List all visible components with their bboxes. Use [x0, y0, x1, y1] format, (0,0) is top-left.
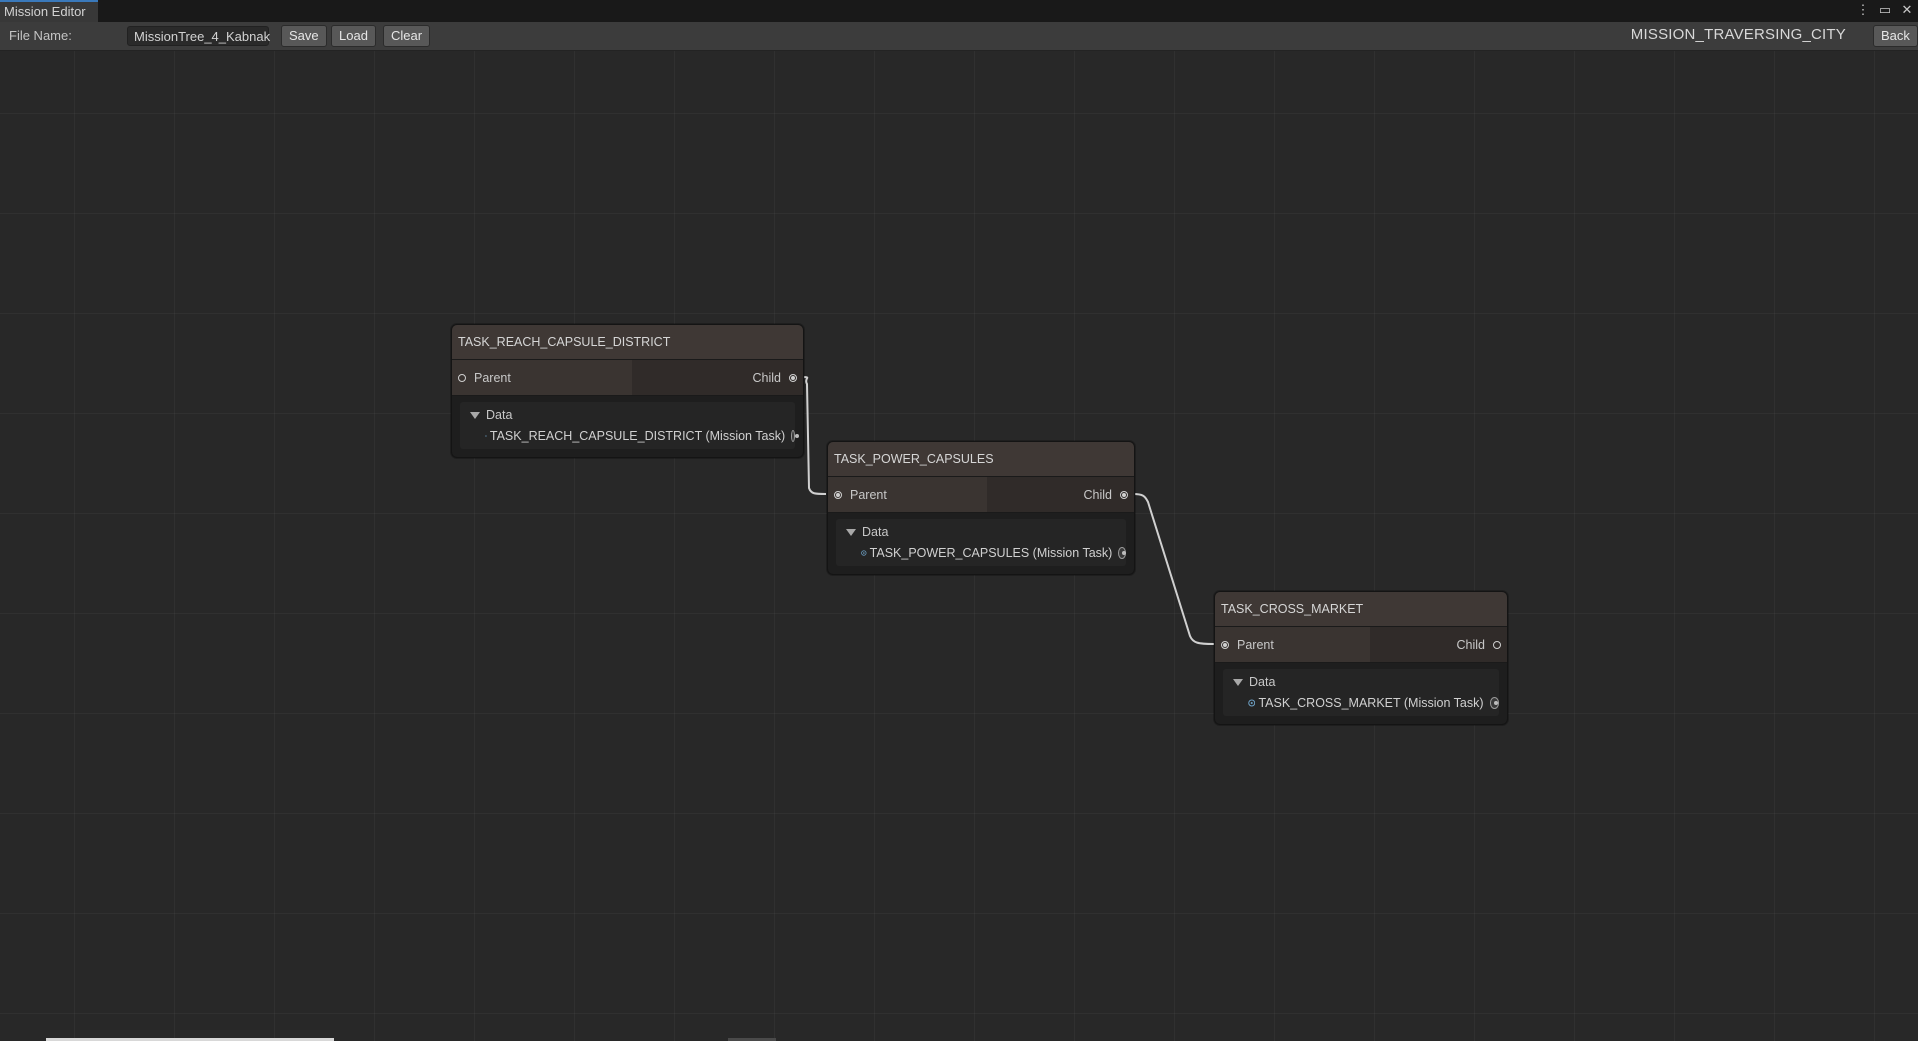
object-picker-icon[interactable]	[1489, 697, 1499, 709]
port-connected-icon[interactable]	[834, 490, 842, 499]
port-connected-icon[interactable]	[1120, 490, 1128, 499]
node-ports: Parent Child	[828, 477, 1134, 513]
data-foldout: Data TASK_CROSS_MARKET (Mission Task)	[1223, 669, 1499, 716]
data-foldout-header[interactable]: Data	[470, 408, 795, 422]
data-foldout: Data TASK_REACH_CAPSULE_DISTRICT (Missio…	[460, 402, 799, 449]
clear-button[interactable]: Clear	[383, 25, 431, 47]
data-object-field[interactable]: TASK_CROSS_MARKET (Mission Task)	[1233, 696, 1499, 710]
data-label: Data	[486, 408, 513, 422]
mission-title: MISSION_TRAVERSING_CITY	[1630, 26, 1846, 43]
scriptable-object-icon	[1248, 699, 1256, 707]
file-name-field[interactable]: MissionTree_4_Kabnak	[127, 26, 270, 46]
child-port[interactable]: Child	[632, 360, 803, 395]
port-circle-icon[interactable]	[1493, 640, 1501, 649]
data-label: Data	[862, 525, 889, 539]
task-node[interactable]: TASK_POWER_CAPSULES Parent Child Data TA…	[827, 441, 1135, 575]
object-picker-icon[interactable]	[791, 430, 799, 442]
task-node[interactable]: TASK_CROSS_MARKET Parent Child Data TASK…	[1214, 591, 1508, 725]
port-connected-icon[interactable]	[789, 373, 797, 382]
data-label: Data	[1249, 675, 1276, 689]
data-object-field[interactable]: TASK_REACH_CAPSULE_DISTRICT (Mission Tas…	[470, 429, 799, 443]
toolbar: File Name: MissionTree_4_Kabnak Save Loa…	[0, 22, 1918, 51]
data-object-value: TASK_CROSS_MARKET (Mission Task)	[1258, 696, 1484, 710]
close-icon[interactable]: ✕	[1900, 2, 1914, 18]
window-controls: ⋮ ▭ ✕	[1856, 2, 1914, 18]
object-picker-icon[interactable]	[1118, 547, 1126, 559]
parent-port[interactable]: Parent	[452, 360, 632, 395]
node-title[interactable]: TASK_CROSS_MARKET	[1215, 592, 1507, 627]
node-data-section: Data TASK_CROSS_MARKET (Mission Task)	[1215, 663, 1507, 724]
child-port-label: Child	[1083, 487, 1113, 502]
data-foldout: Data TASK_POWER_CAPSULES (Mission Task)	[836, 519, 1126, 566]
parent-port[interactable]: Parent	[828, 477, 987, 512]
triangle-down-icon[interactable]	[470, 411, 480, 419]
maximize-icon[interactable]: ▭	[1878, 2, 1892, 18]
scriptable-object-icon	[485, 435, 487, 437]
node-title[interactable]: TASK_POWER_CAPSULES	[828, 442, 1134, 477]
back-button[interactable]: Back	[1873, 25, 1918, 47]
child-port[interactable]: Child	[1370, 627, 1507, 662]
scriptable-object-icon	[861, 550, 867, 556]
node-title[interactable]: TASK_REACH_CAPSULE_DISTRICT	[452, 325, 803, 360]
window-titlebar: Mission Editor ⋮ ▭ ✕	[0, 0, 1918, 23]
node-ports: Parent Child	[1215, 627, 1507, 663]
parent-port-label: Parent	[1237, 637, 1274, 652]
data-foldout-header[interactable]: Data	[846, 525, 1126, 539]
node-data-section: Data TASK_POWER_CAPSULES (Mission Task)	[828, 513, 1134, 574]
parent-port-label: Parent	[850, 487, 887, 502]
data-object-field[interactable]: TASK_POWER_CAPSULES (Mission Task)	[846, 546, 1126, 560]
triangle-down-icon[interactable]	[846, 528, 856, 536]
port-circle-icon[interactable]	[458, 373, 466, 382]
port-connected-icon[interactable]	[1221, 640, 1229, 649]
load-button[interactable]: Load	[331, 25, 376, 47]
child-port[interactable]: Child	[987, 477, 1134, 512]
child-port-label: Child	[752, 370, 782, 385]
task-node[interactable]: TASK_REACH_CAPSULE_DISTRICT Parent Child…	[451, 324, 804, 458]
triangle-down-icon[interactable]	[1233, 678, 1243, 686]
parent-port[interactable]: Parent	[1215, 627, 1370, 662]
more-icon[interactable]: ⋮	[1856, 2, 1870, 18]
data-object-value: TASK_POWER_CAPSULES (Mission Task)	[869, 546, 1113, 560]
data-foldout-header[interactable]: Data	[1233, 675, 1499, 689]
editor-tab[interactable]: Mission Editor	[0, 0, 98, 22]
node-ports: Parent Child	[452, 360, 803, 396]
parent-port-label: Parent	[474, 370, 511, 385]
save-button[interactable]: Save	[281, 25, 327, 47]
child-port-label: Child	[1456, 637, 1486, 652]
node-data-section: Data TASK_REACH_CAPSULE_DISTRICT (Missio…	[452, 396, 803, 457]
data-object-value: TASK_REACH_CAPSULE_DISTRICT (Mission Tas…	[489, 429, 786, 443]
file-name-label: File Name:	[9, 28, 72, 43]
